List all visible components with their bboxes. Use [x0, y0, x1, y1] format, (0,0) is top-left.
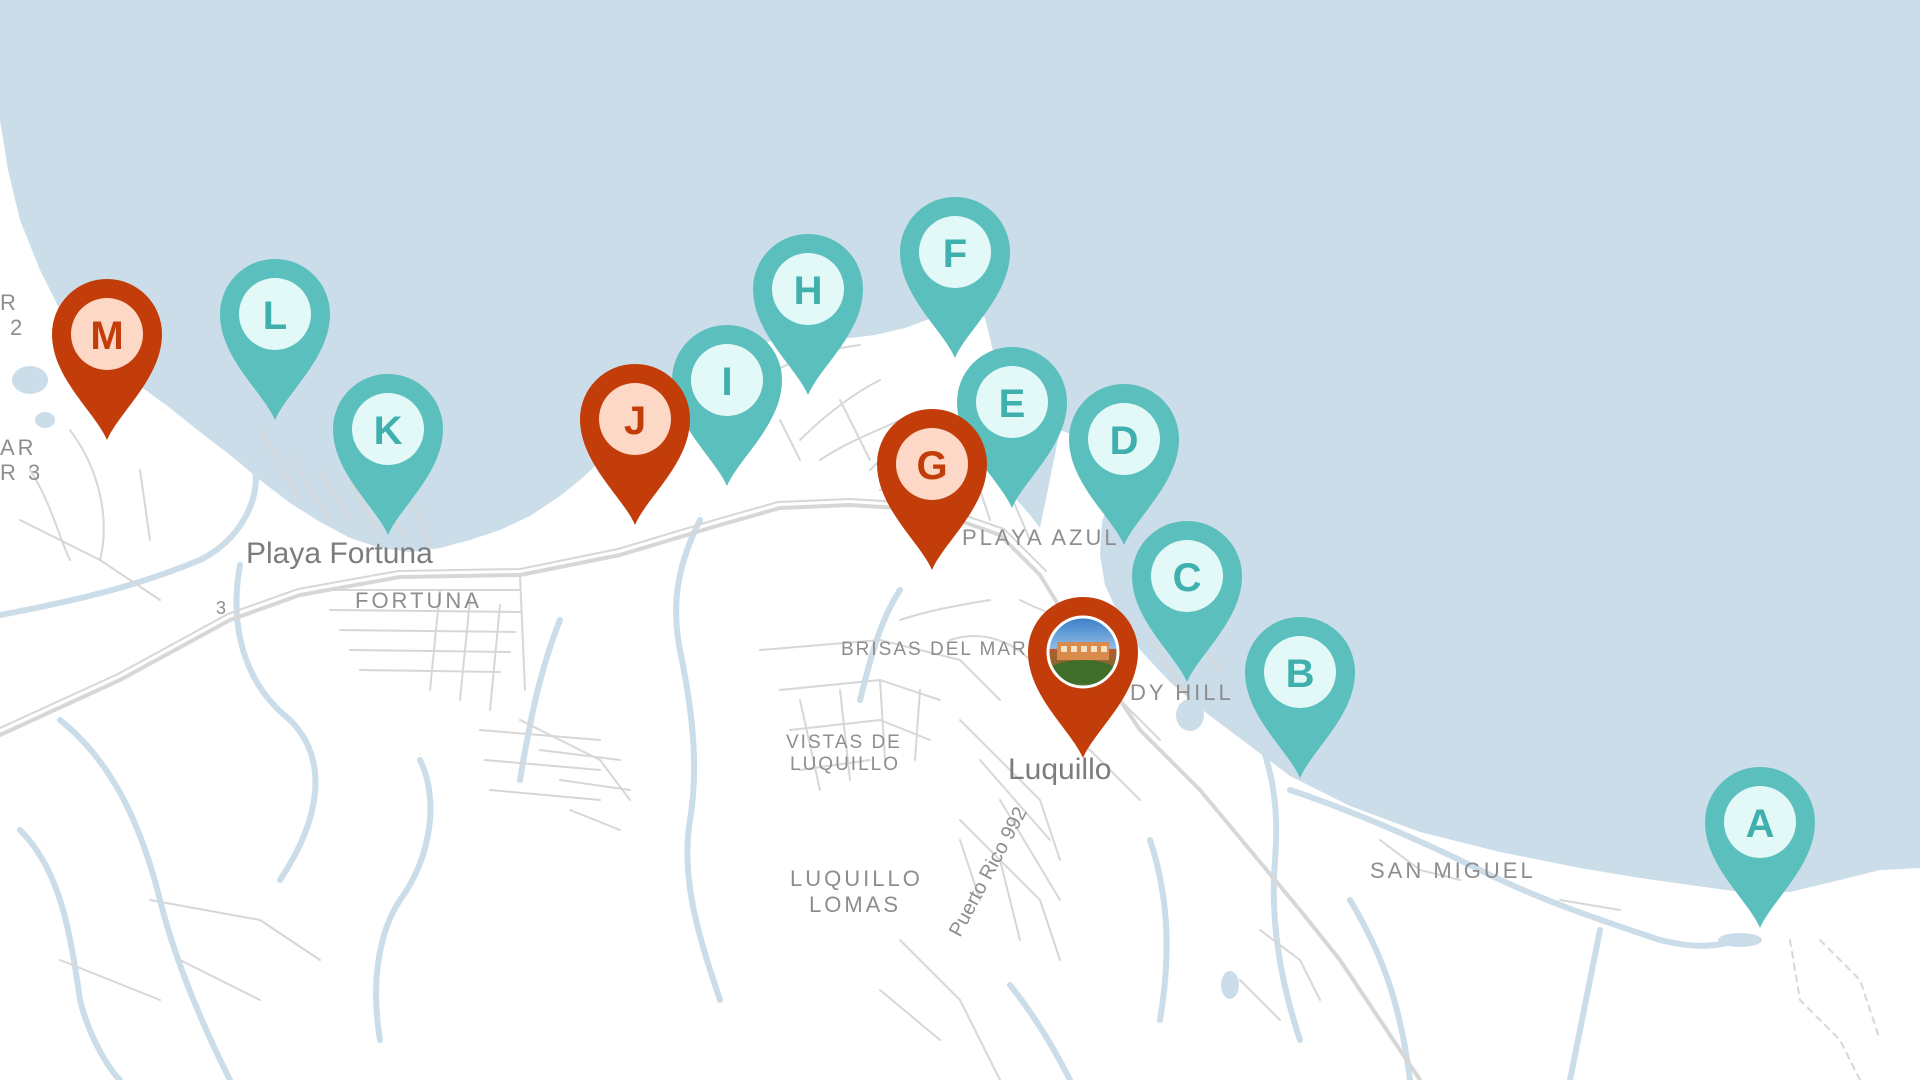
marker-letter: H: [794, 269, 823, 313]
label-luquillo: Luquillo: [1008, 753, 1111, 786]
label-vistas-de: VISTAS DE: [786, 732, 902, 753]
label-luquillo-lomas-1: LUQUILLO: [790, 866, 923, 891]
label-san-miguel: SAN MIGUEL: [1370, 858, 1536, 883]
map-canvas[interactable]: Playa Fortuna FORTUNA PLAYA AZUL BRISAS …: [0, 0, 1920, 1080]
label-edge-r: R: [0, 290, 19, 315]
marker-letter: F: [943, 232, 967, 276]
label-edge-ar: AR: [0, 435, 37, 460]
label-fortuna: FORTUNA: [355, 588, 482, 613]
marker-letter: K: [374, 409, 403, 453]
marker-letter: J: [624, 399, 646, 443]
label-edge-2: 2: [10, 315, 25, 340]
marker-letter: C: [1173, 556, 1202, 600]
label-vistas-luquillo: LUQUILLO: [790, 754, 900, 775]
marker-letter: G: [916, 444, 947, 488]
label-playa-fortuna: Playa Fortuna: [246, 537, 433, 570]
label-edge-r3: R 3: [0, 460, 43, 485]
marker-letter: D: [1110, 419, 1139, 463]
marker-letter: B: [1286, 652, 1315, 696]
marker-letter: A: [1746, 802, 1775, 846]
marker-letter: I: [721, 360, 732, 404]
label-brisas-del-mar: BRISAS DEL MAR: [841, 639, 1028, 660]
label-sandy-hill: DY HILL: [1130, 680, 1234, 705]
label-road-3: 3: [216, 598, 226, 618]
marker-letter: M: [90, 314, 123, 358]
marker-letter: E: [999, 382, 1026, 426]
label-luquillo-lomas-2: LOMAS: [809, 892, 901, 917]
label-playa-azul: PLAYA AZUL: [962, 525, 1120, 550]
marker-letter: L: [263, 294, 287, 338]
